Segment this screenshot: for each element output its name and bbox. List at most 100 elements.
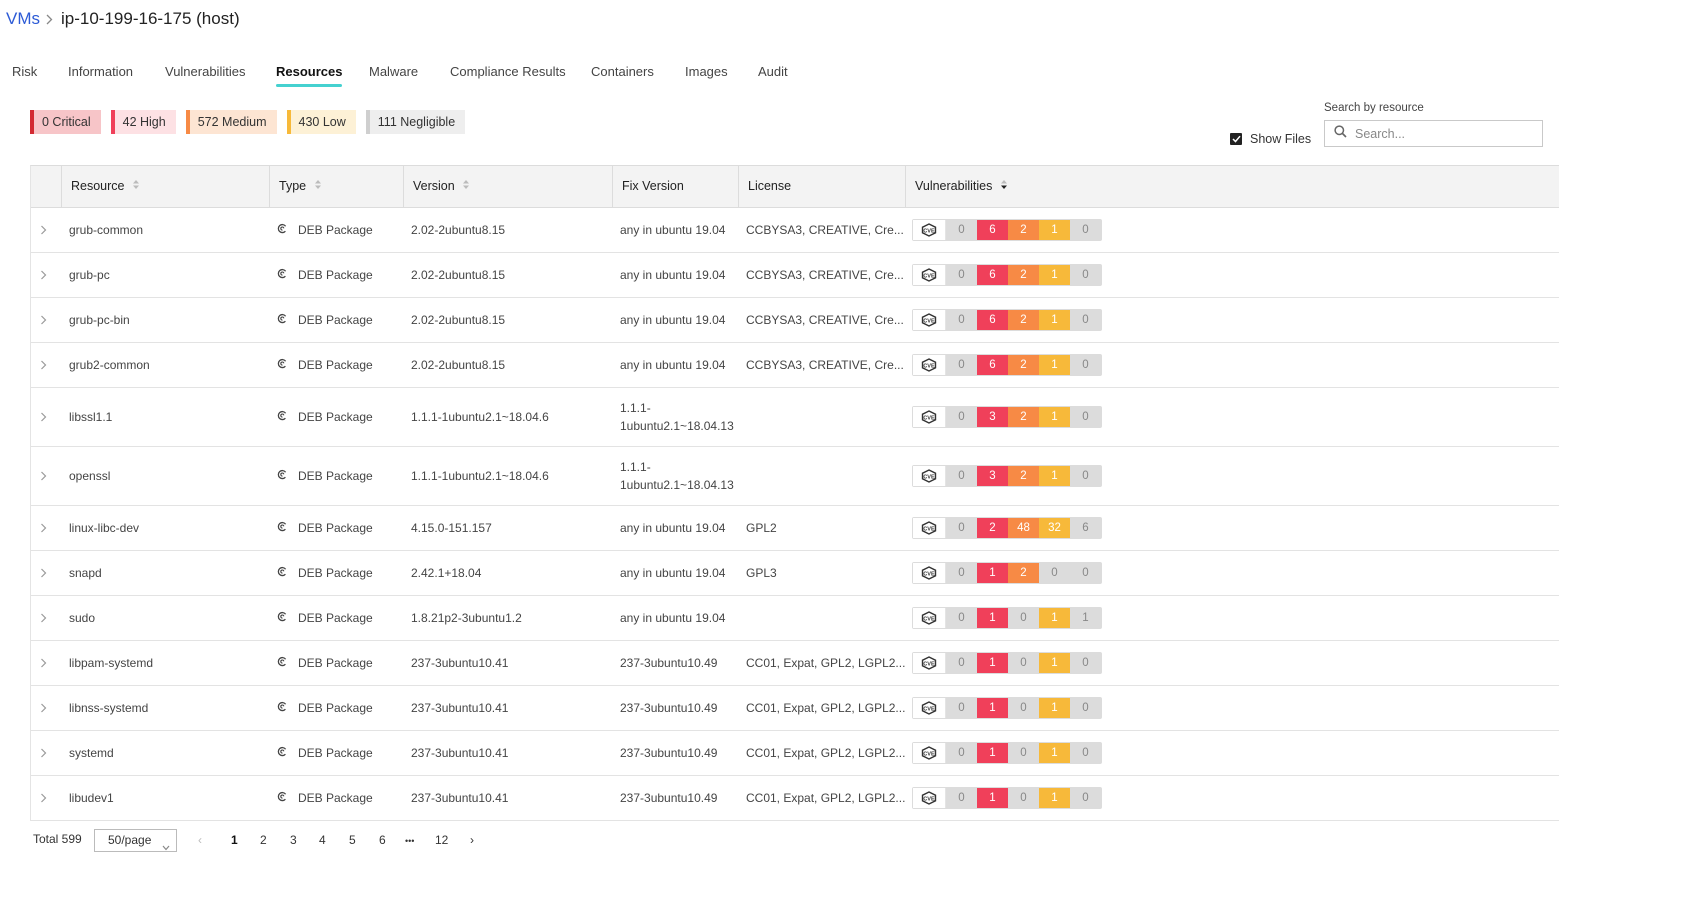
resource-name[interactable]: grub-pc [69, 253, 110, 297]
chevron-right-icon[interactable] [40, 298, 47, 342]
page-ellipsis[interactable]: ••• [405, 836, 414, 846]
chevron-right-icon[interactable] [40, 776, 47, 820]
show-files-checkbox[interactable] [1230, 133, 1242, 145]
page-12[interactable]: 12 [435, 833, 448, 847]
resource-name[interactable]: grub-pc-bin [69, 298, 130, 342]
vulnerability-bar[interactable]: CVE 0 1 2 0 0 [912, 562, 1102, 584]
table-row[interactable]: libudev1 DEB Package 237-3ubuntu10.41 237-3… [31, 776, 1559, 821]
tab-risk[interactable]: Risk [12, 64, 37, 79]
page-5[interactable]: 5 [349, 833, 356, 847]
column-header-resource[interactable]: Resource [61, 166, 269, 207]
chevron-right-icon[interactable] [40, 388, 47, 446]
severity-badge-negligible[interactable]: 111 Negligible [365, 110, 466, 134]
resource-name[interactable]: openssl [69, 447, 110, 505]
next-page-button[interactable]: › [470, 833, 474, 847]
vulnerability-bar[interactable]: CVE 0 3 2 1 0 [912, 465, 1102, 487]
chevron-right-icon[interactable] [40, 641, 47, 685]
vulnerability-bar[interactable]: CVE 0 1 0 1 0 [912, 787, 1102, 809]
vulnerability-bar[interactable]: CVE 0 2 48 32 6 [912, 517, 1102, 539]
cve-icon[interactable]: CVE [913, 743, 946, 763]
cve-icon[interactable]: CVE [913, 518, 946, 538]
resource-name[interactable]: grub-common [69, 208, 143, 252]
breadcrumb-vms-link[interactable]: VMs [6, 9, 40, 29]
cve-icon[interactable]: CVE [913, 563, 946, 583]
chevron-right-icon[interactable] [40, 343, 47, 387]
severity-badge-medium[interactable]: 572 Medium [185, 110, 277, 134]
vulnerability-bar[interactable]: CVE 0 6 2 1 0 [912, 354, 1102, 376]
table-row[interactable]: grub-common DEB Package 2.02-2ubuntu8.15 an… [31, 208, 1559, 253]
column-header-vulnerabilities[interactable]: Vulnerabilities [905, 166, 1559, 207]
cve-icon[interactable]: CVE [913, 653, 946, 673]
chevron-right-icon[interactable] [40, 506, 47, 550]
table-row[interactable]: libpam-systemd DEB Package 237-3ubuntu10.4… [31, 641, 1559, 686]
column-header-version[interactable]: Version [403, 166, 612, 207]
severity-badge-high[interactable]: 42 High [110, 110, 176, 134]
tab-malware[interactable]: Malware [369, 64, 418, 79]
chevron-right-icon[interactable] [40, 731, 47, 775]
vulnerability-bar[interactable]: CVE 0 1 0 1 0 [912, 697, 1102, 719]
sort-icon[interactable] [462, 166, 470, 207]
resource-name[interactable]: libpam-systemd [69, 641, 153, 685]
show-files-toggle[interactable]: Show Files [1230, 132, 1311, 146]
table-row[interactable]: libssl1.1 DEB Package 1.1.1-1ubuntu2.1~18.… [31, 388, 1559, 447]
table-row[interactable]: libnss-systemd DEB Package 237-3ubuntu10.4… [31, 686, 1559, 731]
table-row[interactable]: sudo DEB Package 1.8.21p2-3ubuntu1.2 any in… [31, 596, 1559, 641]
tab-resources[interactable]: Resources [276, 64, 343, 87]
cve-icon[interactable]: CVE [913, 608, 946, 628]
table-row[interactable]: systemd DEB Package 237-3ubuntu10.41 237-3u… [31, 731, 1559, 776]
table-row[interactable]: grub2-common DEB Package 2.02-2ubuntu8.15 a… [31, 343, 1559, 388]
chevron-right-icon[interactable] [40, 253, 47, 297]
sort-icon[interactable] [314, 166, 322, 207]
cve-icon[interactable]: CVE [913, 355, 946, 375]
resource-name[interactable]: sudo [69, 596, 95, 640]
page-4[interactable]: 4 [319, 833, 326, 847]
column-header-license[interactable]: License [738, 166, 905, 207]
resource-name[interactable]: linux-libc-dev [69, 506, 139, 550]
page-3[interactable]: 3 [290, 833, 297, 847]
tab-images[interactable]: Images [685, 64, 728, 79]
cve-icon[interactable]: CVE [913, 265, 946, 285]
table-row[interactable]: snapd DEB Package 2.42.1+18.04 any in ubunt… [31, 551, 1559, 596]
page-1[interactable]: 1 [231, 833, 238, 847]
severity-badge-low[interactable]: 430 Low [286, 110, 356, 134]
tab-audit[interactable]: Audit [758, 64, 788, 79]
cve-icon[interactable]: CVE [913, 407, 946, 427]
cve-icon[interactable]: CVE [913, 788, 946, 808]
cve-icon[interactable]: CVE [913, 466, 946, 486]
chevron-right-icon[interactable] [40, 208, 47, 252]
table-row[interactable]: openssl DEB Package 1.1.1-1ubuntu2.1~18.04… [31, 447, 1559, 506]
resource-name[interactable]: snapd [69, 551, 102, 595]
table-row[interactable]: linux-libc-dev DEB Package 4.15.0-151.157 a… [31, 506, 1559, 551]
severity-badge-critical[interactable]: 0 Critical [30, 110, 101, 134]
resource-name[interactable]: libudev1 [69, 776, 114, 820]
sort-icon[interactable] [132, 166, 140, 207]
column-header-type[interactable]: Type [269, 166, 403, 207]
resource-name[interactable]: libssl1.1 [69, 388, 112, 446]
tab-vulnerabilities[interactable]: Vulnerabilities [165, 64, 245, 79]
chevron-right-icon[interactable] [40, 596, 47, 640]
tab-compliance-results[interactable]: Compliance Results [450, 64, 566, 79]
vulnerability-bar[interactable]: CVE 0 6 2 1 0 [912, 309, 1102, 331]
page-2[interactable]: 2 [260, 833, 267, 847]
chevron-right-icon[interactable] [40, 551, 47, 595]
resource-name[interactable]: libnss-systemd [69, 686, 148, 730]
vulnerability-bar[interactable]: CVE 0 3 2 1 0 [912, 406, 1102, 428]
tab-containers[interactable]: Containers [591, 64, 654, 79]
cve-icon[interactable]: CVE [913, 698, 946, 718]
vulnerability-bar[interactable]: CVE 0 1 0 1 1 [912, 607, 1102, 629]
cve-icon[interactable]: CVE [913, 220, 946, 240]
page-6[interactable]: 6 [379, 833, 386, 847]
vulnerability-bar[interactable]: CVE 0 6 2 1 0 [912, 264, 1102, 286]
resource-name[interactable]: systemd [69, 731, 114, 775]
cve-icon[interactable]: CVE [913, 310, 946, 330]
table-row[interactable]: grub-pc DEB Package 2.02-2ubuntu8.15 any in… [31, 253, 1559, 298]
chevron-right-icon[interactable] [40, 447, 47, 505]
chevron-right-icon[interactable] [40, 686, 47, 730]
resource-name[interactable]: grub2-common [69, 343, 150, 387]
vulnerability-bar[interactable]: CVE 0 6 2 1 0 [912, 219, 1102, 241]
vulnerability-bar[interactable]: CVE 0 1 0 1 0 [912, 652, 1102, 674]
column-header-fix-version[interactable]: Fix Version [612, 166, 738, 207]
page-size-select[interactable]: 50/page [94, 829, 177, 852]
table-row[interactable]: grub-pc-bin DEB Package 2.02-2ubuntu8.15 an… [31, 298, 1559, 343]
tab-information[interactable]: Information [68, 64, 133, 79]
